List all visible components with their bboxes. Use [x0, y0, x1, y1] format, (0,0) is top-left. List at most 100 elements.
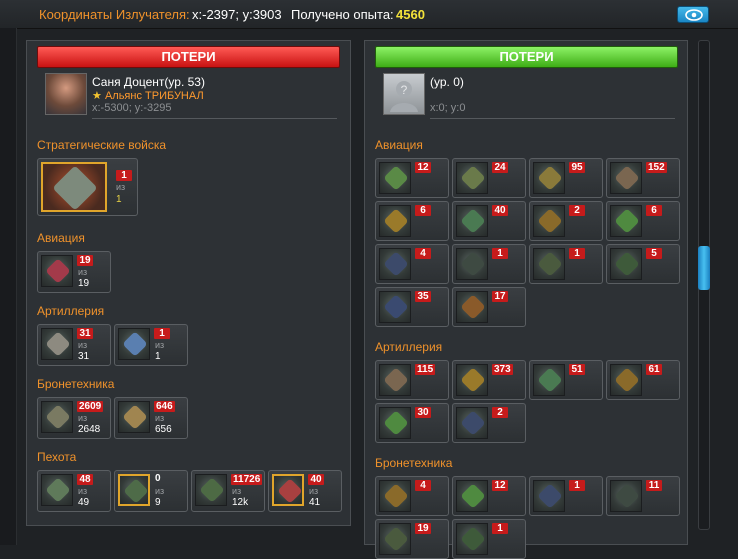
unit-cell[interactable]: 1 [452, 244, 526, 284]
unit-cell[interactable]: 5 [606, 244, 680, 284]
unit-lost-count: 2609 [77, 401, 104, 412]
unit-cell[interactable]: 61 [606, 360, 680, 400]
unit-lost-count: 115 [415, 364, 436, 375]
unit-total: 2648 [78, 424, 101, 435]
divider [430, 118, 675, 119]
coords-label: Координаты Излучателя: [39, 7, 190, 22]
unit-cell[interactable]: 17 [452, 287, 526, 327]
soldier-icon [195, 474, 227, 506]
unit-cell[interactable]: 373 [452, 360, 526, 400]
unit-total: 656 [155, 424, 172, 435]
unit-cell[interactable]: 12 [375, 158, 449, 198]
unit-icon [610, 480, 642, 512]
unit-cell[interactable]: 1 [529, 244, 603, 284]
unit-lost-count: 1 [492, 523, 508, 534]
defender-name[interactable]: (ур. 0) [430, 75, 464, 89]
unit-total: 19 [78, 278, 90, 289]
unit-cell[interactable]: 115 [375, 360, 449, 400]
unit-cell[interactable]: 48 из 49 [37, 470, 111, 512]
unit-cell[interactable]: 24 [452, 158, 526, 198]
coords-value: x:-2397; y:3903 [192, 7, 282, 22]
unit-cell[interactable]: 12 [452, 476, 526, 516]
blue-artillery-icon [118, 328, 150, 360]
unit-cell[interactable]: 19 из 19 [37, 251, 111, 293]
unit-cell[interactable]: 6 [606, 201, 680, 241]
unit-cell[interactable]: 4 [375, 244, 449, 284]
unit-cell[interactable]: 51 [529, 360, 603, 400]
unit-lost-count: 35 [415, 291, 431, 302]
unit-cell[interactable]: 1 из 1 [114, 324, 188, 366]
unit-cell[interactable]: 95 [529, 158, 603, 198]
unit-cell[interactable]: 2 [452, 403, 526, 443]
attacker-losses-header: ПОТЕРИ [37, 46, 340, 68]
unit-cell[interactable]: 30 [375, 403, 449, 443]
unit-icon [533, 205, 565, 237]
top-bar: Координаты Излучателя: x:-2397; y:3903 П… [0, 0, 738, 29]
unit-lost-count: 51 [569, 364, 585, 375]
unit-cell[interactable]: 19 [375, 519, 449, 559]
unit-lost-count: 1 [154, 328, 170, 339]
unit-cell[interactable]: 11 [606, 476, 680, 516]
unit-cell[interactable]: 40 [452, 201, 526, 241]
unit-lost-count: 12 [492, 480, 508, 491]
unit-of-label: из [155, 340, 165, 350]
unit-cell[interactable]: 0 из 9 [114, 470, 188, 512]
unit-cell[interactable]: 35 [375, 287, 449, 327]
unit-cell[interactable]: 646 из 656 [114, 397, 188, 439]
unit-cell[interactable]: 2609 из 2648 [37, 397, 111, 439]
unit-lost-count: 1 [116, 170, 132, 181]
unit-cell[interactable]: 6 [375, 201, 449, 241]
unit-cell[interactable]: 1 [529, 476, 603, 516]
unit-cell[interactable]: 2 [529, 201, 603, 241]
unit-total: 41 [309, 497, 321, 508]
unit-icon [379, 162, 411, 194]
unit-icon [610, 162, 642, 194]
unit-lost-count: 31 [77, 328, 93, 339]
unit-total: 1 [155, 351, 161, 362]
scrollbar-thumb[interactable] [698, 246, 710, 290]
attacker-panel: ПОТЕРИ Саня Доцент(ур. 53) ★ Альянс ТРИБ… [26, 40, 351, 526]
heavy-tank-icon [118, 401, 150, 433]
unit-icon [456, 291, 488, 323]
unit-lost-count: 17 [492, 291, 508, 302]
section-title: Бронетехника [37, 377, 115, 391]
unit-lost-count: 4 [415, 248, 431, 259]
svg-text:?: ? [401, 83, 408, 97]
unit-total: 9 [155, 497, 161, 508]
unit-lost-count: 30 [415, 407, 431, 418]
attacker-alliance[interactable]: ★ Альянс ТРИБУНАЛ [92, 89, 204, 102]
unit-icon [379, 291, 411, 323]
unit-cell[interactable]: 31 из 31 [37, 324, 111, 366]
left-edge [0, 28, 17, 545]
section-title: Артиллерия [37, 304, 105, 318]
unit-of-label: из [78, 267, 88, 277]
defender-panel: ПОТЕРИ ? (ур. 0) x:0; y:0 Авиация 12 24 95… [364, 40, 688, 559]
unit-lost-count: 1 [569, 248, 585, 259]
view-toggle-button[interactable] [677, 6, 709, 23]
exp-value: 4560 [396, 7, 425, 22]
attacker-avatar[interactable] [45, 73, 87, 115]
unit-lost-count: 373 [492, 364, 513, 375]
unit-cell[interactable]: 4 [375, 476, 449, 516]
unit-icon [379, 248, 411, 280]
unit-cell[interactable]: 40 из 41 [268, 470, 342, 512]
unit-icon [610, 248, 642, 280]
unit-of-label: из [155, 413, 165, 423]
unit-icon [456, 162, 488, 194]
attacker-name[interactable]: Саня Доцент(ур. 53) [92, 75, 205, 89]
unit-icon [379, 364, 411, 396]
section-title: Артиллерия [375, 340, 443, 354]
unit-lost-count: 152 [646, 162, 667, 173]
unit-cell[interactable]: 1 из 1 [37, 158, 138, 216]
unit-cell[interactable]: 11726 из 12k [191, 470, 265, 512]
unit-lost-count: 1 [569, 480, 585, 491]
unit-lost-count: 2 [492, 407, 508, 418]
unit-total: 12k [232, 497, 249, 508]
unit-of-label: из [155, 486, 165, 496]
unit-icon [610, 364, 642, 396]
unit-cell[interactable]: 152 [606, 158, 680, 198]
eye-icon [685, 9, 703, 21]
unit-lost-count: 19 [77, 255, 93, 266]
unit-cell[interactable]: 1 [452, 519, 526, 559]
defender-avatar[interactable]: ? [383, 73, 425, 115]
